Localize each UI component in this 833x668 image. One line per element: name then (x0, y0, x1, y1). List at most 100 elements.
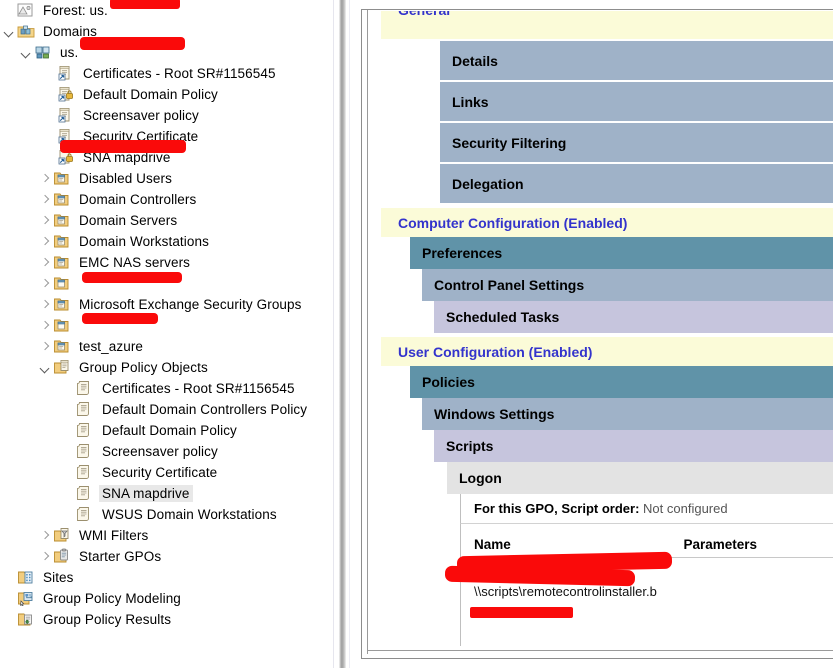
tree-item-group-policy-results[interactable]: Group Policy Results (0, 609, 330, 630)
chevron-right-icon[interactable] (38, 549, 53, 564)
tree-item-gpo-link-default-domain-policy[interactable]: Default Domain Policy (0, 84, 330, 105)
domains-icon (17, 23, 36, 40)
tree-item-ou-redacted-1[interactable] (0, 273, 330, 294)
chevron-right-icon[interactable] (38, 234, 53, 249)
section-header-user-configuration[interactable]: User Configuration (Enabled) (381, 336, 833, 366)
subsection-policies[interactable]: Policies (410, 366, 833, 398)
subsection-scheduled-tasks[interactable]: Scheduled Tasks (434, 301, 833, 333)
chevron-right-icon[interactable] (38, 297, 53, 312)
gpo-report-pane[interactable]: General Details Links Security Filtering… (352, 0, 833, 668)
tree-item-label: WMI Filters (79, 528, 149, 543)
tree-item-label: Certificates - Root SR#1156545 (102, 381, 295, 396)
gp-modeling-icon (17, 590, 36, 607)
chevron-down-icon[interactable] (38, 360, 53, 375)
ou-icon (53, 338, 72, 355)
tree-item-ou-emc-nas-servers[interactable]: EMC NAS servers (0, 252, 330, 273)
chevron-right-icon[interactable] (38, 318, 53, 333)
gpo-icon (76, 401, 95, 418)
tree-item-label (76, 283, 82, 285)
ou-icon (53, 317, 72, 334)
tree-item-group-policy-modeling[interactable]: Group Policy Modeling (0, 588, 330, 609)
console-tree[interactable]: Forest: us. Domains us. Certificates - R… (0, 0, 330, 630)
console-tree-pane[interactable]: Forest: us. Domains us. Certificates - R… (0, 0, 330, 668)
tree-item-ou-redacted-2[interactable] (0, 315, 330, 336)
gpo-folder-icon (53, 359, 72, 376)
chevron-right-icon[interactable] (38, 255, 53, 270)
subsection-control-panel-settings[interactable]: Control Panel Settings (422, 269, 833, 301)
sites-icon (17, 569, 36, 586)
tree-item-gpo-link-security-certificate[interactable]: Security Certificate (0, 126, 330, 147)
tree-item-gpo-security-certificate[interactable]: Security Certificate (0, 462, 330, 483)
subsection-windows-settings[interactable]: Windows Settings (422, 398, 833, 430)
tree-item-ou-domain-controllers[interactable]: Domain Controllers (0, 189, 330, 210)
tree-item-ou-microsoft-exchange-security-groups[interactable]: Microsoft Exchange Security Groups (0, 294, 330, 315)
tree-item-ou-disabled-users[interactable]: Disabled Users (0, 168, 330, 189)
tree-item-gpo-screensaver-policy[interactable]: Screensaver policy (0, 441, 330, 462)
tree-item-label: Domain Servers (79, 213, 178, 228)
gpo-link-icon (57, 128, 76, 145)
tree-item-gpo-default-domain-controllers-policy[interactable]: Default Domain Controllers Policy (0, 399, 330, 420)
section-header-general[interactable]: General (381, 10, 833, 23)
tree-item-label: Screensaver policy (83, 108, 199, 123)
subsection-security-filtering[interactable]: Security Filtering (440, 121, 833, 162)
tree-item-label: Disabled Users (79, 171, 172, 186)
script-order-row: For this GPO, Script order: Not configur… (460, 494, 833, 524)
subsection-control-panel-settings-label: Control Panel Settings (434, 277, 585, 293)
tree-item-gpo-sna-mapdrive[interactable]: SNA mapdrive (0, 483, 330, 504)
tree-item-gpo-link-certificates-root[interactable]: Certificates - Root SR#1156545 (0, 63, 330, 84)
tree-item-label: Domain Controllers (79, 192, 197, 207)
tree-item-gpo-link-screensaver-policy[interactable]: Screensaver policy (0, 105, 330, 126)
script-order-value: Not configured (643, 501, 728, 516)
ou-icon (53, 233, 72, 250)
tree-item-domains[interactable]: Domains (0, 21, 330, 42)
tree-item-label: Security Certificate (83, 129, 199, 144)
tree-item-label: Group Policy Modeling (43, 591, 181, 606)
subsection-delegation[interactable]: Delegation (440, 162, 833, 203)
tree-item-label: Group Policy Results (43, 612, 172, 627)
tree-item-ou-domain-workstations[interactable]: Domain Workstations (0, 231, 330, 252)
section-header-computer-configuration[interactable]: Computer Configuration (Enabled) (381, 207, 833, 237)
section-header-computer-configuration-label: Computer Configuration (Enabled) (398, 214, 628, 231)
gpo-report-sections: General Details Links Security Filtering… (368, 10, 833, 646)
tree-item-ou-domain-servers[interactable]: Domain Servers (0, 210, 330, 231)
subsection-delegation-label: Delegation (452, 175, 524, 192)
pane-splitter[interactable] (330, 0, 352, 668)
chevron-right-icon[interactable] (38, 528, 53, 543)
tree-item-forest[interactable]: Forest: us. (0, 0, 330, 21)
tree-item-label: Forest: us. (43, 3, 108, 18)
tree-item-sites[interactable]: Sites (0, 567, 330, 588)
gpo-report-document[interactable]: General Details Links Security Filtering… (367, 10, 833, 654)
table-row: \\scripts\remotecontrolinstaller.bat (461, 573, 833, 628)
tree-item-label: WSUS Domain Workstations (102, 507, 277, 522)
chevron-down-icon[interactable] (2, 24, 17, 39)
chevron-right-icon[interactable] (38, 339, 53, 354)
subsection-details[interactable]: Details (440, 39, 833, 80)
subsection-scripts[interactable]: Scripts (434, 430, 833, 462)
tree-item-gpo-certificates-root[interactable]: Certificates - Root SR#1156545 (0, 378, 330, 399)
tree-item-wmi-filters[interactable]: WMI Filters (0, 525, 330, 546)
tree-item-starter-gpos[interactable]: Starter GPOs (0, 546, 330, 567)
subsection-logon[interactable]: Logon (447, 462, 833, 494)
tree-item-gpo-default-domain-policy[interactable]: Default Domain Policy (0, 420, 330, 441)
tree-item-ou-test-azure[interactable]: test_azure (0, 336, 330, 357)
subsection-scripts-label: Scripts (446, 438, 494, 454)
chevron-right-icon[interactable] (38, 192, 53, 207)
section-general-body-pad (381, 23, 833, 39)
tree-item-group-policy-objects[interactable]: Group Policy Objects (0, 357, 330, 378)
ou-icon (53, 212, 72, 229)
tree-item-gpo-link-sna-mapdrive[interactable]: SNA mapdrive (0, 147, 330, 168)
subsection-preferences[interactable]: Preferences (410, 237, 833, 269)
tree-item-label: Sites (43, 570, 74, 585)
tree-item-domain[interactable]: us. (0, 42, 330, 63)
chevron-right-icon[interactable] (38, 213, 53, 228)
chevron-right-icon[interactable] (38, 276, 53, 291)
tree-item-gpo-wsus-domain-workstations[interactable]: WSUS Domain Workstations (0, 504, 330, 525)
gpo-icon (76, 464, 95, 481)
chevron-down-icon[interactable] (19, 45, 34, 60)
wmi-filter-icon (53, 527, 72, 544)
splitter-handle[interactable] (339, 0, 346, 668)
subsection-links[interactable]: Links (440, 80, 833, 121)
tree-item-label: us. (60, 45, 79, 60)
chevron-right-icon[interactable] (38, 171, 53, 186)
tree-item-label: test_azure (79, 339, 144, 354)
